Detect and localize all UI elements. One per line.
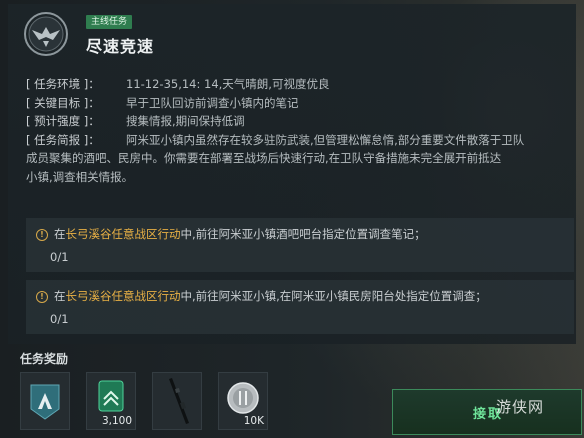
reward-slot[interactable]: 3,100	[86, 372, 136, 430]
info-icon: !	[36, 229, 48, 241]
info-key: [ 任务环境 ]：	[26, 77, 100, 91]
task-location-highlight: 长弓溪谷任意战区行动	[65, 289, 181, 303]
task-suffix: 中,前往阿米亚小镇酒吧吧台指定位置调查笔记；	[180, 227, 426, 241]
info-value: 阿米亚小镇内虽然存在较多驻防武装,但管理松懈怠惰,部分重要文件散落于卫队	[126, 132, 525, 147]
accept-mission-button[interactable]: 接取	[392, 389, 582, 435]
info-row-environment: [ 任务环境 ]： 11-12-35,14: 14,天气晴朗,可视度优良	[26, 75, 578, 94]
reward-count: 3,100	[101, 415, 132, 427]
eagle-emblem-icon	[24, 12, 68, 56]
reward-slot[interactable]: 10K	[218, 372, 268, 430]
site-watermark: 游侠网	[496, 398, 545, 416]
mission-info: [ 任务环境 ]： 11-12-35,14: 14,天气晴朗,可视度优良 [ 关…	[26, 75, 578, 186]
rifle-icon	[169, 378, 189, 424]
task-description: ! 在长弓溪谷任意战区行动中,前往阿米亚小镇酒吧吧台指定位置调查笔记；	[36, 226, 426, 242]
task-card[interactable]: ! 在长弓溪谷任意战区行动中,前往阿米亚小镇酒吧吧台指定位置调查笔记； 0/1	[26, 218, 574, 272]
task-location-highlight: 长弓溪谷任意战区行动	[65, 227, 181, 241]
reward-slot[interactable]	[20, 372, 70, 430]
task-suffix: 中,前往阿米亚小镇,在阿米亚小镇民房阳台处指定位置调查；	[180, 289, 487, 303]
task-prefix: 在	[54, 289, 66, 303]
rewards-title: 任务奖励	[20, 352, 69, 366]
reward-slot[interactable]	[152, 372, 202, 430]
task-progress: 0/1	[50, 312, 69, 326]
info-key: [ 预计强度 ]：	[26, 114, 100, 128]
task-card[interactable]: ! 在长弓溪谷任意战区行动中,前往阿米亚小镇,在阿米亚小镇民房阳台处指定位置调查；…	[26, 280, 574, 334]
info-value: 搜集情报,期间保持低调	[126, 114, 245, 128]
reward-count: 10K	[243, 415, 264, 427]
info-value: 早于卫队回访前调查小镇内的笔记	[126, 95, 299, 110]
info-row-objective: [ 关键目标 ]： 早于卫队回访前调查小镇内的笔记	[26, 94, 578, 113]
task-description: ! 在长弓溪谷任意战区行动中,前往阿米亚小镇,在阿米亚小镇民房阳台处指定位置调查；	[36, 288, 487, 304]
mission-title: 尽速竞速	[86, 37, 155, 56]
faction-badge-icon	[30, 384, 60, 420]
mission-type-tag: 主线任务	[86, 15, 133, 29]
task-prefix: 在	[54, 227, 66, 241]
info-row-intensity: [ 预计强度 ]： 搜集情报,期间保持低调	[26, 112, 578, 131]
briefing-continued-line: 小镇,调查相关情报。	[26, 169, 134, 184]
info-icon: !	[36, 291, 48, 303]
info-value: 11-12-35,14: 14,天气晴朗,可视度优良	[126, 77, 330, 91]
info-row-briefing: [ 任务简报 ]： 阿米亚小镇内虽然存在较多驻防武装,但管理松懈怠惰,部分重要文…	[26, 131, 578, 150]
info-key: [ 关键目标 ]：	[26, 95, 100, 110]
task-progress: 0/1	[50, 250, 69, 264]
info-key: [ 任务简报 ]：	[26, 132, 100, 147]
briefing-continued-line: 成员聚集的酒吧、民房中。你需要在部署至战场后快速行动,在卫队守备措施未完全展开前…	[26, 151, 502, 165]
